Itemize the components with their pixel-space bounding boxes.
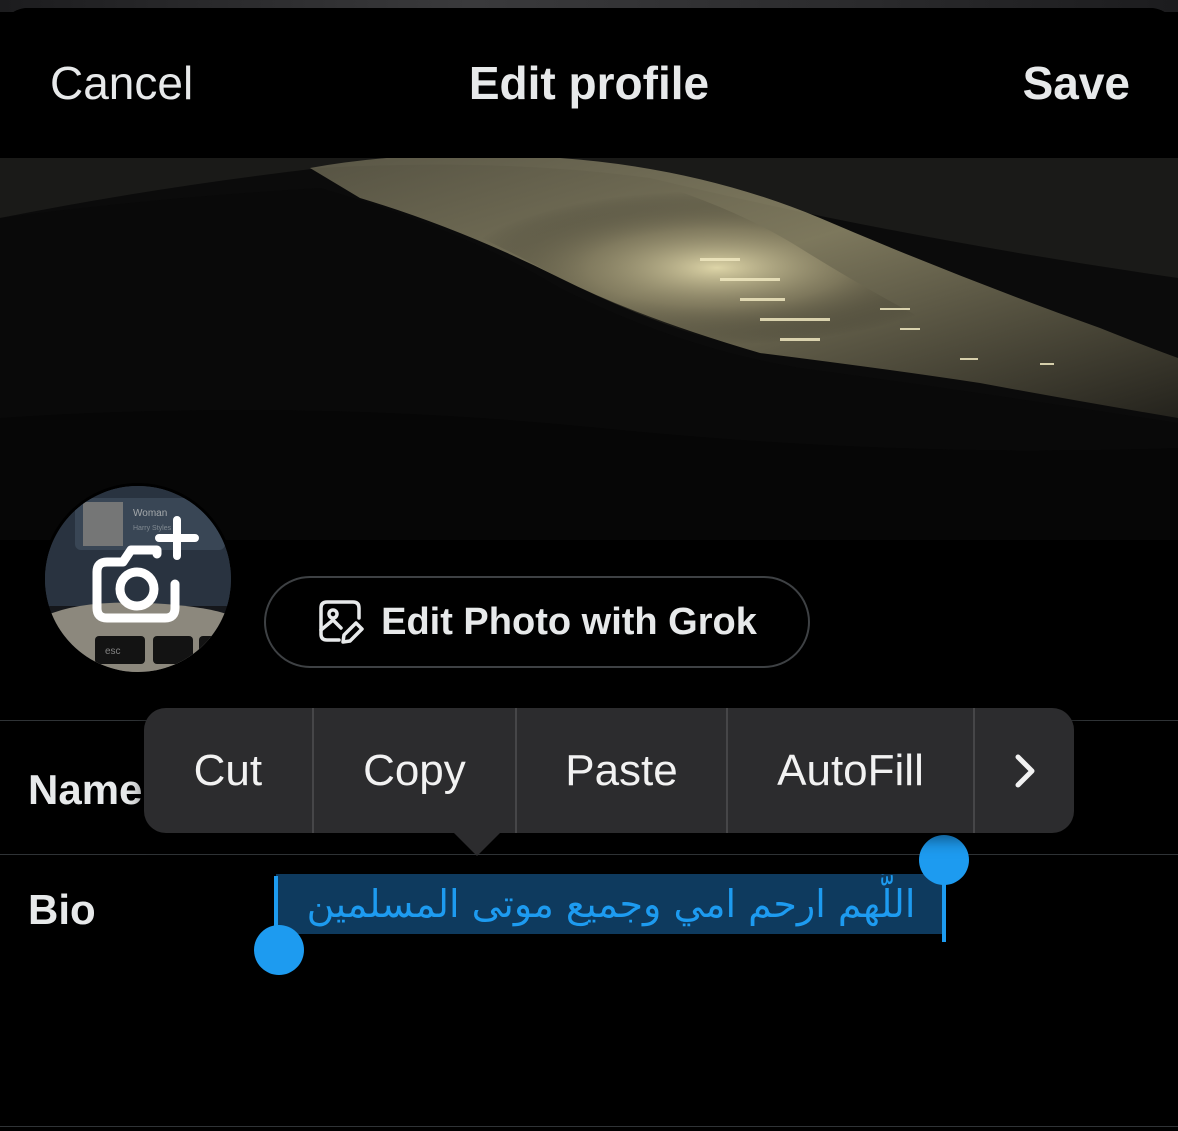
name-label: Name [28, 766, 143, 813]
camera-add-icon[interactable] [45, 486, 231, 672]
divider [0, 1126, 1178, 1127]
selection-start-handle[interactable] [254, 925, 304, 975]
banner-photo[interactable] [0, 158, 1178, 540]
paste-menu-item[interactable]: Paste [517, 708, 726, 833]
chevron-right-icon [1015, 754, 1035, 787]
selection-end-handle[interactable] [919, 835, 969, 885]
text-context-menu: Cut Copy Paste AutoFill [144, 708, 1074, 833]
autofill-menu-item[interactable]: AutoFill [728, 708, 973, 833]
image-edit-icon [319, 600, 364, 644]
avatar[interactable]: Woman Harry Styles esc [42, 483, 234, 675]
page-title: Edit profile [468, 57, 710, 109]
edit-photo-with-grok-button[interactable]: Edit Photo with Grok [264, 576, 810, 668]
bio-label: Bio [28, 886, 96, 933]
banner-image [0, 158, 1178, 540]
edit-profile-sheet: Cancel Edit profile Save Woman Harry Sty… [0, 8, 1178, 1131]
copy-menu-item[interactable]: Copy [314, 708, 516, 833]
cut-menu-item[interactable]: Cut [144, 708, 312, 833]
context-menu-pointer [453, 832, 501, 856]
bio-input[interactable]: اللُّهم ارحم امي وجميع موتى المسلمين [276, 874, 946, 934]
edit-photo-with-grok-label: Edit Photo with Grok [381, 600, 757, 643]
save-button[interactable]: Save [1023, 56, 1130, 110]
divider [0, 854, 1178, 855]
header: Cancel Edit profile Save [0, 8, 1178, 158]
more-menu-item[interactable] [975, 708, 1074, 833]
